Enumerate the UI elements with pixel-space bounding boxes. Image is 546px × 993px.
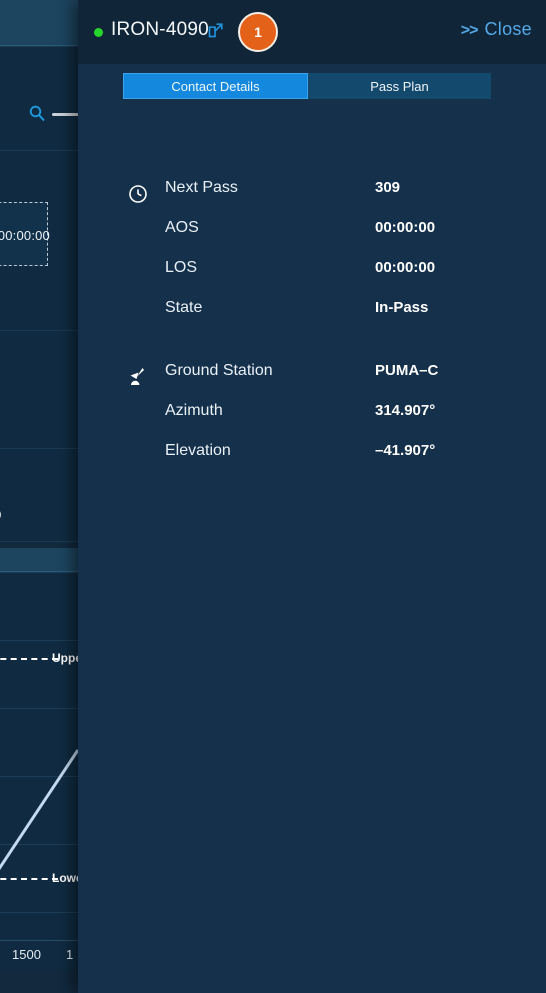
detail-row: LOS 00:00:00 bbox=[78, 256, 546, 296]
detail-value: 00:00:00 bbox=[375, 219, 436, 236]
satellite-name: IRON-4090 bbox=[111, 19, 209, 40]
detail-value: 00:00:00 bbox=[375, 259, 436, 276]
tab-contact-details[interactable]: Contact Details bbox=[123, 73, 308, 99]
drawer-tabs: Contact Details Pass Plan bbox=[123, 73, 491, 99]
chart-lower-limit-line bbox=[0, 878, 58, 880]
detail-row: Ground Station PUMA–C bbox=[78, 359, 546, 399]
detail-label: State bbox=[165, 299, 203, 316]
background-chart-axis: 1500 1 bbox=[0, 940, 80, 970]
background-chart: Upper Lower bbox=[0, 560, 80, 940]
chevron-double-right-icon: >> bbox=[460, 22, 479, 39]
detail-value: 314.907° bbox=[375, 402, 436, 419]
detail-row: AOS 00:00:00 bbox=[78, 216, 546, 256]
chart-upper-limit-label: Upper bbox=[52, 651, 80, 665]
drawer-header: IRON-4090 1 >> Close bbox=[78, 0, 546, 64]
background-partial-value: 00 bbox=[0, 508, 8, 522]
status-badge: In-Pass bbox=[375, 299, 429, 316]
detail-row: Next Pass 309 bbox=[78, 176, 546, 216]
background-divider bbox=[0, 330, 86, 331]
chart-x-tick: 1 bbox=[66, 947, 74, 962]
satellite-dish-icon bbox=[128, 367, 148, 387]
contact-details-drawer: IRON-4090 1 >> Close Contact Details Pas… bbox=[78, 0, 546, 993]
detail-label: Next Pass bbox=[165, 179, 238, 196]
close-button-label: Close bbox=[484, 19, 532, 39]
clock-icon bbox=[128, 184, 148, 204]
status-online-indicator-icon bbox=[94, 28, 103, 37]
tab-pass-plan[interactable]: Pass Plan bbox=[308, 73, 491, 99]
detail-label: Elevation bbox=[165, 442, 231, 459]
detail-value: PUMA–C bbox=[375, 362, 439, 379]
detail-label: LOS bbox=[165, 259, 198, 276]
background-search-row[interactable] bbox=[0, 100, 92, 127]
background-divider bbox=[0, 150, 86, 151]
chart-x-tick: 1500 bbox=[12, 947, 41, 962]
chart-upper-limit-line bbox=[0, 658, 58, 660]
background-divider bbox=[0, 448, 86, 449]
detail-value: 309 bbox=[375, 179, 401, 196]
detail-label: Azimuth bbox=[165, 402, 223, 419]
detail-row: Azimuth 314.907° bbox=[78, 399, 546, 439]
screen: 00:00:00 00 Upper Lower 1500 1 bbox=[0, 0, 546, 993]
search-icon[interactable] bbox=[28, 104, 46, 127]
background-toolbar bbox=[0, 0, 86, 46]
detail-label: Ground Station bbox=[165, 362, 273, 379]
detail-row: State In-Pass bbox=[78, 296, 546, 336]
background-selection-value: 00:00:00 bbox=[0, 228, 50, 243]
detail-row: Elevation –41.907° bbox=[78, 439, 546, 479]
close-button[interactable]: >> Close bbox=[461, 19, 532, 40]
external-link-icon[interactable] bbox=[207, 22, 224, 44]
alert-count-badge[interactable]: 1 bbox=[238, 12, 278, 52]
chart-lower-limit-label: Lower bbox=[52, 871, 80, 885]
detail-value: –41.907° bbox=[375, 442, 436, 459]
detail-label: AOS bbox=[165, 219, 199, 236]
ground-station-group: Ground Station PUMA–C Azimuth 314.907° E… bbox=[78, 359, 546, 479]
pass-timing-group: Next Pass 309 AOS 00:00:00 LOS 00:00:00 … bbox=[78, 176, 546, 336]
